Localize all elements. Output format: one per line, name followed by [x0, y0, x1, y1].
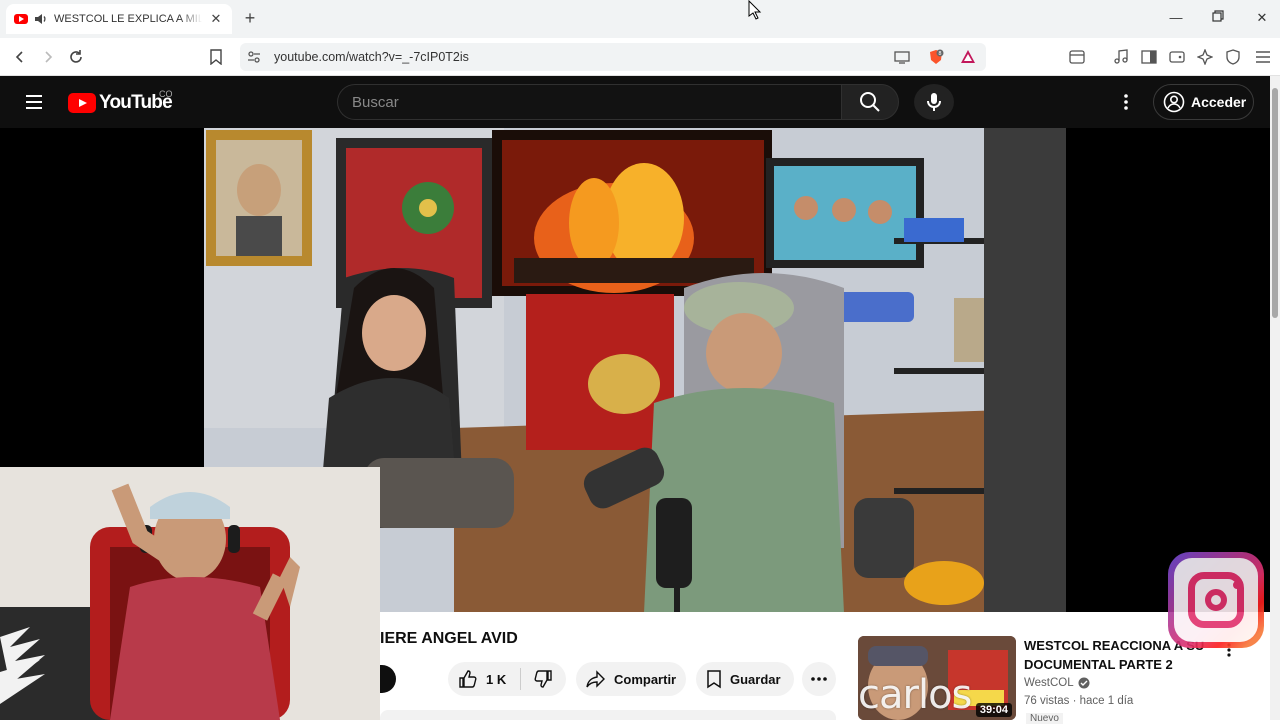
page-scrollbar[interactable] [1270, 76, 1280, 720]
voice-search-button[interactable] [914, 84, 954, 120]
new-tab-button[interactable]: + [240, 8, 260, 28]
tab-search-icon[interactable] [1068, 48, 1086, 66]
thumbs-down-icon [534, 670, 552, 688]
webcam-image [0, 467, 380, 720]
description-box[interactable] [380, 710, 836, 720]
browser-menu-icon[interactable] [1254, 48, 1272, 66]
reload-button[interactable] [66, 47, 86, 67]
cast-icon[interactable] [894, 49, 910, 65]
back-button[interactable] [10, 47, 30, 67]
youtube-play-logo-icon [68, 93, 96, 113]
speaker-icon[interactable] [34, 12, 48, 26]
sidebar-icon[interactable] [1140, 48, 1158, 66]
bookmark-icon[interactable] [206, 47, 226, 67]
instagram-lens [1205, 589, 1227, 611]
settings-more-icon[interactable] [1116, 92, 1136, 112]
account-icon [1163, 91, 1185, 113]
thumbs-up-icon [459, 670, 477, 688]
recommended-channel-name: WestCOL [1024, 677, 1074, 689]
instagram-flash-dot [1233, 581, 1241, 589]
sign-in-button[interactable]: Acceder [1153, 84, 1254, 120]
music-icon[interactable] [1112, 48, 1130, 66]
sign-in-label: Acceder [1191, 94, 1247, 110]
like-dislike-group: 1 K [448, 662, 566, 696]
brave-shield-icon[interactable]: 8 [928, 49, 944, 65]
instagram-logo-icon [1168, 552, 1264, 648]
recommended-video-meta: 76 vistas · hace 1 día [1024, 695, 1134, 707]
search-placeholder: Buscar [352, 93, 399, 111]
site-settings-icon[interactable] [246, 49, 262, 65]
hamburger-menu-icon[interactable] [24, 92, 44, 112]
tab-title: WESTCOL LE EXPLICA A MILICA [54, 13, 202, 25]
restore-button[interactable] [1208, 8, 1228, 28]
wallet-icon[interactable] [1168, 48, 1186, 66]
shield-count-badge: 8 [938, 51, 941, 57]
dislike-button[interactable] [521, 669, 565, 689]
tab-close-icon[interactable]: ✕ [208, 11, 224, 27]
verified-check-icon [1078, 677, 1090, 689]
share-icon [586, 670, 605, 688]
country-code: CO [159, 89, 173, 99]
leo-ai-icon[interactable] [1196, 48, 1214, 66]
recommended-channel[interactable]: WestCOL [1024, 677, 1090, 689]
youtube-favicon-icon [14, 14, 28, 24]
minimize-button[interactable]: — [1166, 8, 1186, 28]
new-badge: Nuevo [1026, 713, 1063, 724]
like-button[interactable]: 1 K [448, 669, 520, 689]
search-icon [860, 92, 880, 112]
forward-button[interactable] [38, 47, 58, 67]
share-label: Compartir [614, 671, 677, 687]
mouse-cursor-icon [748, 0, 762, 20]
scrollbar-thumb[interactable] [1272, 88, 1278, 318]
streamer-webcam-overlay [0, 467, 380, 720]
address-bar[interactable]: youtube.com/watch?v=_-7cIP0T2is 8 [240, 43, 986, 71]
close-window-button[interactable]: ✕ [1252, 8, 1272, 28]
more-horizontal-icon [811, 677, 827, 681]
save-label: Guardar [730, 671, 781, 687]
save-button[interactable]: Guardar [696, 662, 794, 696]
search-input[interactable]: Buscar [337, 84, 841, 120]
youtube-header: YouTube CO Buscar Acceder [0, 76, 1270, 128]
share-button[interactable]: Compartir [576, 662, 686, 696]
streamer-watermark: carlos [858, 672, 972, 718]
vpn-shield-icon[interactable] [1224, 48, 1242, 66]
instagram-camera-outline [1188, 572, 1244, 628]
microphone-icon [927, 93, 941, 111]
browser-tab[interactable]: WESTCOL LE EXPLICA A MILICA ✕ [6, 4, 232, 34]
browser-toolbar: youtube.com/watch?v=_-7cIP0T2is 8 [0, 38, 1280, 76]
video-duration: 39:04 [975, 703, 1012, 717]
browser-tab-bar: WESTCOL LE EXPLICA A MILICA ✕ + — ✕ [0, 0, 1280, 38]
more-actions-button[interactable] [802, 662, 836, 696]
brave-rewards-icon[interactable] [960, 49, 976, 65]
video-title: IERE ANGEL AVID [380, 630, 518, 647]
youtube-logo[interactable]: YouTube [68, 92, 173, 114]
save-bookmark-icon [707, 670, 721, 689]
url-text: youtube.com/watch?v=_-7cIP0T2is [274, 50, 469, 64]
search-button[interactable] [841, 84, 899, 120]
like-count: 1 K [486, 671, 507, 687]
instagram-logo-background [1174, 558, 1258, 642]
